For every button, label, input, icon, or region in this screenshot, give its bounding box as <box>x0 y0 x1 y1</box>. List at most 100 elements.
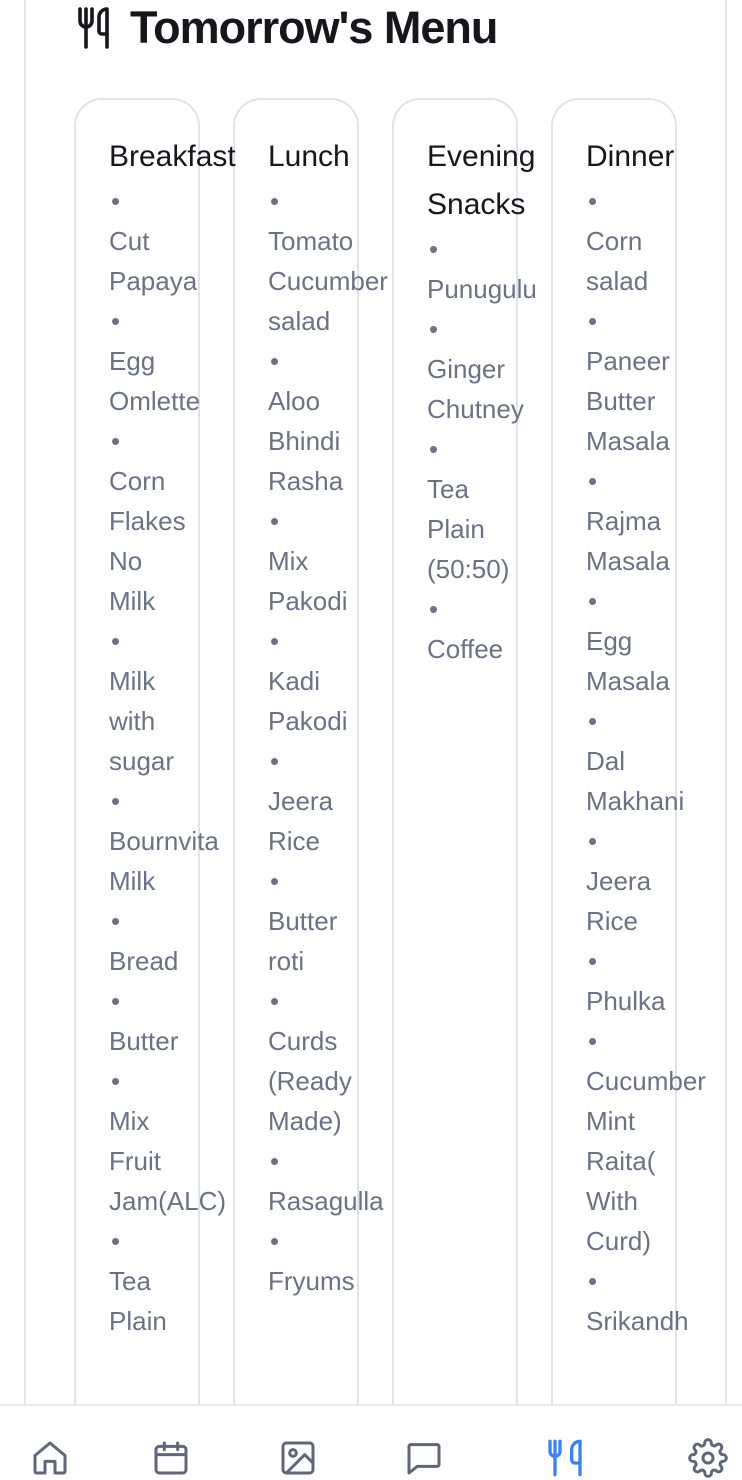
bullet: • <box>111 426 121 456</box>
meal-column: Dinner • Corn salad • Paneer Butter Masala •… <box>586 133 706 1341</box>
bullet: • <box>270 346 280 376</box>
bullet: • <box>429 594 439 624</box>
gear-icon <box>688 1438 728 1478</box>
meal-column: Lunch • Tomato Cucumber salad • Aloo Bhindi… <box>268 133 388 1301</box>
menu-item: • Bournvita Milk <box>109 781 236 901</box>
menu-item-name: Mix Fruit Jam(ALC) <box>109 1106 227 1216</box>
bullet: • <box>588 306 598 336</box>
menu-item-name: Cut Papaya <box>109 226 198 296</box>
menu-item-name: Egg Masala <box>586 626 670 696</box>
bullet: • <box>588 466 598 496</box>
menu-item-name: Butter roti <box>268 906 338 976</box>
menu-item-name: Mix Pakodi <box>268 546 348 616</box>
menu-item: • Butter <box>109 981 236 1061</box>
nav-home-button[interactable] <box>28 1436 72 1480</box>
menu-item: • Jeera Rice <box>268 741 388 861</box>
menu-item: • Corn salad <box>586 181 706 301</box>
menu-item: • Coffee <box>427 589 537 669</box>
menu-item: • Paneer Butter Masala <box>586 301 706 461</box>
image-icon <box>281 1441 315 1475</box>
bullet: • <box>270 746 280 776</box>
menu-item-name: Jeera Rice <box>268 786 334 856</box>
menu-item-name: Rajma Masala <box>586 506 670 576</box>
menu-item: • Tomato Cucumber salad <box>268 181 388 341</box>
menu-item: • Punugulu <box>427 229 537 309</box>
meal-column: Evening Snacks • Punugulu • Ginger Chutney •… <box>427 133 537 669</box>
menu-item: • Srikandh <box>586 1261 706 1341</box>
bullet: • <box>588 946 598 976</box>
bullet: • <box>588 1026 598 1056</box>
nav-chat-button[interactable] <box>402 1436 446 1480</box>
nav-menu-button[interactable] <box>543 1436 587 1480</box>
bullet: • <box>111 786 121 816</box>
meal-items: • Punugulu • Ginger Chutney • Tea Plain (50:5… <box>427 229 537 669</box>
meal-items: • Tomato Cucumber salad • Aloo Bhindi Rasha… <box>268 181 388 1301</box>
bullet: • <box>270 866 280 896</box>
bullet: • <box>111 986 121 1016</box>
bullet: • <box>111 906 121 936</box>
utensils-icon <box>78 7 109 49</box>
page-title: Tomorrow's Menu <box>130 2 498 53</box>
menu-item-name: Egg Omlette <box>109 346 201 416</box>
menu-item: • Egg Omlette <box>109 301 236 421</box>
menu-item: • Fryums <box>268 1221 388 1301</box>
bullet: • <box>270 1226 280 1256</box>
bullet: • <box>270 986 280 1016</box>
bullet: • <box>111 1226 121 1256</box>
menu-item-name: Butter <box>109 1026 179 1056</box>
menu-item-name: Corn Flakes No Milk <box>109 466 186 616</box>
menu-item: • Egg Masala <box>586 581 706 701</box>
menu-item-name: Punugulu <box>427 274 537 304</box>
bottom-navigation <box>0 1404 742 1478</box>
meal-items: • Corn salad • Paneer Butter Masala • Rajma M… <box>586 181 706 1341</box>
bullet: • <box>270 626 280 656</box>
bullet: • <box>111 306 121 336</box>
menu-item: • Butter roti <box>268 861 388 981</box>
menu-item: • Corn Flakes No Milk <box>109 421 236 621</box>
menu-item-name: Bread <box>109 946 179 976</box>
menu-item-name: Rasagulla <box>268 1186 384 1216</box>
meal-items: • Cut Papaya • Egg Omlette • Corn Flakes No M… <box>109 181 236 1341</box>
menu-item-name: Aloo Bhindi Rasha <box>268 386 344 496</box>
menu-item-name: Jeera Rice <box>586 866 652 936</box>
calendar-icon <box>154 1441 188 1475</box>
menu-item-name: Fryums <box>268 1266 355 1296</box>
bullet: • <box>588 186 598 216</box>
bullet: • <box>429 234 439 264</box>
menu-item: • Kadi Pakodi <box>268 621 388 741</box>
menu-item-name: Tea Plain <box>109 1266 167 1336</box>
menu-item-name: Coffee <box>427 634 504 664</box>
menu-item: • Phulka <box>586 941 706 1021</box>
nav-settings-button[interactable] <box>686 1436 730 1480</box>
menu-item-name: Phulka <box>586 986 666 1016</box>
menu-item-name: Srikandh <box>586 1306 689 1336</box>
meal-title: Lunch <box>268 140 350 173</box>
bullet: • <box>111 1066 121 1096</box>
bullet: • <box>588 1266 598 1296</box>
bullet: • <box>111 626 121 656</box>
menu-item-name: Kadi Pakodi <box>268 666 348 736</box>
meal-title: Evening Snacks <box>427 140 536 221</box>
nav-calendar-button[interactable] <box>149 1436 193 1480</box>
menu-item: • Rasagulla <box>268 1141 388 1221</box>
bullet: • <box>429 314 439 344</box>
menu-item: • Aloo Bhindi Rasha <box>268 341 388 501</box>
menu-item-name: Paneer Butter Masala <box>586 346 670 456</box>
bullet: • <box>111 186 121 216</box>
bullet: • <box>588 586 598 616</box>
meal-column: Breakfast • Cut Papaya • Egg Omlette • Corn F… <box>109 133 236 1341</box>
menu-item: • Mix Fruit Jam(ALC) <box>109 1061 236 1221</box>
menu-item: • Mix Pakodi <box>268 501 388 621</box>
menu-item-name: Ginger Chutney <box>427 354 524 424</box>
menu-item-name: Milk with sugar <box>109 666 175 776</box>
bullet: • <box>588 826 598 856</box>
menu-item-name: Bournvita Milk <box>109 826 219 896</box>
menu-item-name: Tea Plain (50:50) <box>427 474 510 584</box>
home-icon <box>33 1441 67 1475</box>
menu-item: • Curds (Ready Made) <box>268 981 388 1141</box>
menu-item: • Dal Makhani <box>586 701 706 821</box>
menu-item-name: Cucumber Mint Raita( With Curd) <box>586 1066 706 1256</box>
bullet: • <box>429 434 439 464</box>
nav-gallery-button[interactable] <box>276 1436 320 1480</box>
menu-item: • Tea Plain <box>109 1221 236 1341</box>
